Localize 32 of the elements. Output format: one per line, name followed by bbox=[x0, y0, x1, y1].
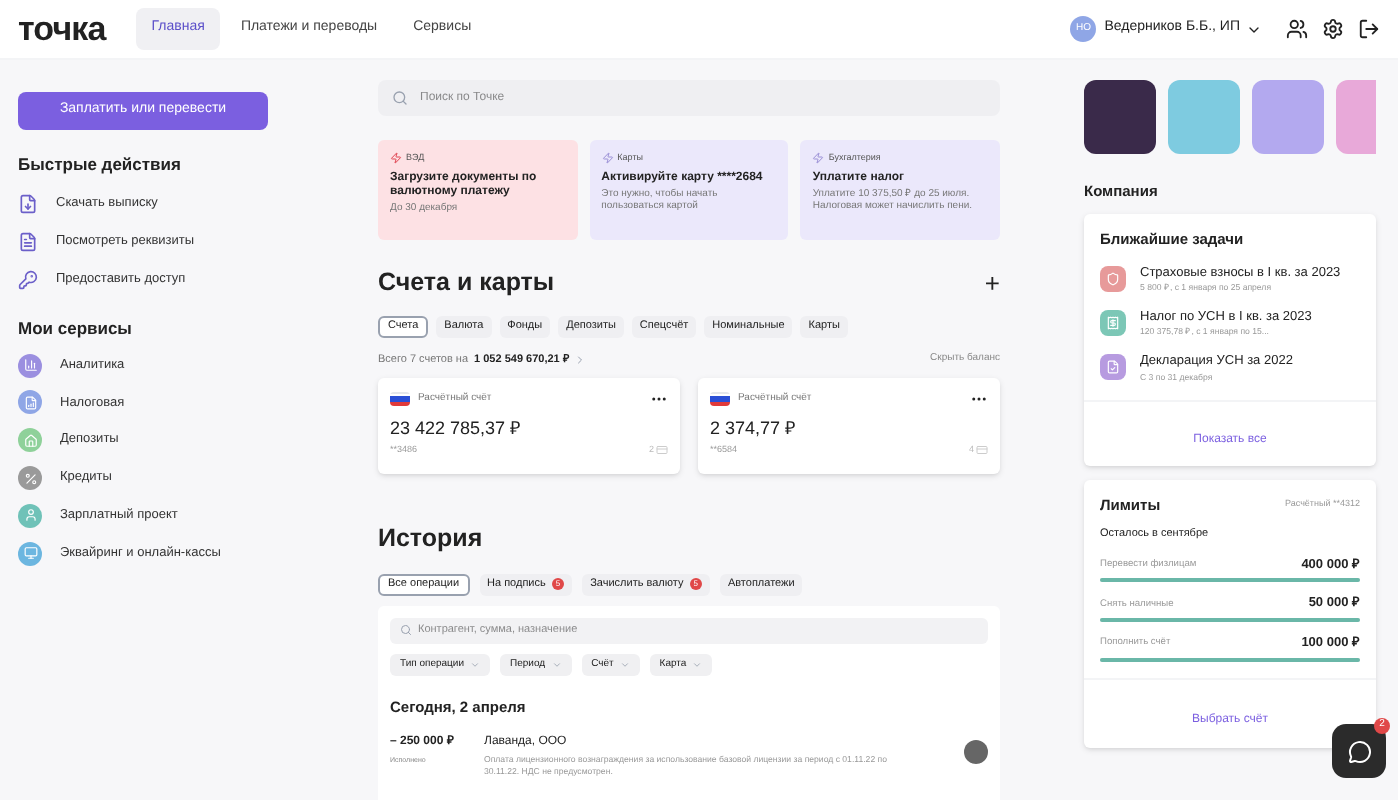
chat-icon bbox=[1347, 739, 1371, 763]
section-title: Мои сервисы bbox=[18, 315, 134, 341]
flag-icon bbox=[710, 392, 730, 406]
section-heading: Счета и карты bbox=[378, 266, 555, 300]
section-title: Быстрые действия bbox=[18, 151, 183, 177]
chevron-down-icon bbox=[619, 659, 630, 670]
account-balance: 2 374,77 ₽ bbox=[710, 416, 798, 442]
key-icon bbox=[18, 270, 38, 290]
document-icon bbox=[18, 232, 38, 252]
card-icon bbox=[976, 443, 988, 456]
story-thumbnail[interactable] bbox=[1168, 80, 1240, 154]
chevron-down-icon bbox=[470, 659, 481, 670]
chevron-down-icon bbox=[692, 659, 703, 670]
card-icon bbox=[656, 443, 668, 456]
logo[interactable]: точка bbox=[18, 3, 106, 55]
section-heading: История bbox=[378, 522, 485, 556]
settings-icon[interactable] bbox=[1322, 18, 1344, 40]
chevron-down-icon bbox=[551, 659, 562, 670]
counterparty-logo-icon bbox=[964, 740, 988, 764]
search-icon bbox=[392, 90, 408, 106]
add-button[interactable]: + bbox=[984, 269, 1000, 296]
bolt-icon bbox=[601, 152, 614, 165]
users-icon[interactable] bbox=[1286, 18, 1308, 40]
bolt-icon bbox=[390, 152, 402, 165]
document-icon bbox=[18, 194, 38, 214]
account-balance: 23 422 785,37 ₽ bbox=[390, 416, 523, 442]
flag-icon bbox=[390, 392, 410, 406]
story-thumbnail[interactable] bbox=[1084, 80, 1156, 154]
bolt-icon bbox=[812, 152, 825, 165]
story-thumbnail[interactable] bbox=[1252, 80, 1324, 154]
search-icon bbox=[400, 624, 412, 637]
logout-icon[interactable] bbox=[1358, 18, 1380, 40]
